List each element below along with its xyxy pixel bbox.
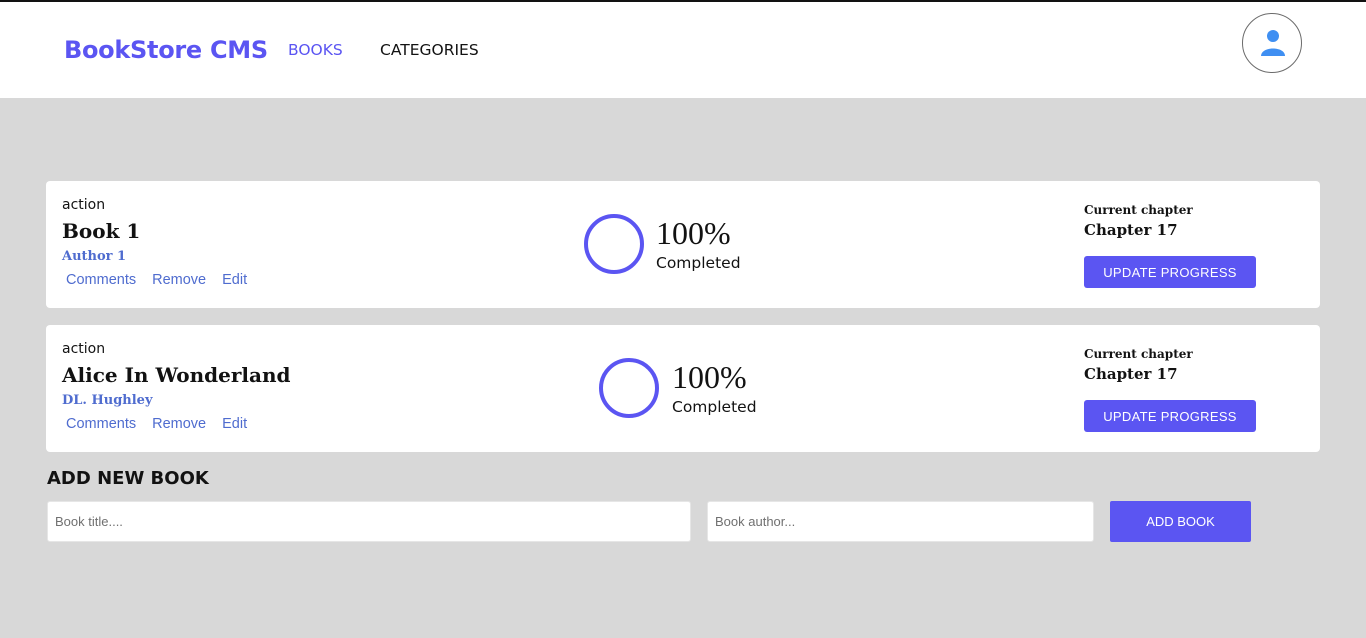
book-author: DL. Hughley (62, 393, 153, 408)
nav-categories[interactable]: CATEGORIES (380, 41, 479, 59)
edit-button[interactable]: Edit (222, 416, 247, 432)
book-card: action Book 1 Author 1 Comments Remove E… (46, 181, 1320, 308)
book-title: Book 1 (62, 219, 141, 243)
book-actions: Comments Remove Edit (66, 416, 263, 432)
current-chapter-label: Current chapter (1084, 347, 1193, 361)
user-icon (1261, 30, 1285, 56)
current-chapter-value: Chapter 17 (1084, 365, 1178, 383)
header: BookStore CMS BOOKS CATEGORIES (0, 2, 1366, 98)
comments-button[interactable]: Comments (66, 416, 136, 432)
book-actions: Comments Remove Edit (66, 272, 263, 288)
progress-label: Completed (656, 254, 741, 272)
remove-button[interactable]: Remove (152, 416, 206, 432)
add-book-heading: ADD NEW BOOK (47, 468, 209, 489)
update-progress-button[interactable]: UPDATE PROGRESS (1084, 256, 1256, 288)
book-author: Author 1 (62, 249, 127, 264)
progress-ring (584, 214, 644, 274)
book-title-input[interactable] (47, 501, 691, 542)
update-progress-button[interactable]: UPDATE PROGRESS (1084, 400, 1256, 432)
current-chapter-label: Current chapter (1084, 203, 1193, 217)
progress-ring (599, 358, 659, 418)
edit-button[interactable]: Edit (222, 272, 247, 288)
progress-label: Completed (672, 398, 757, 416)
remove-button[interactable]: Remove (152, 272, 206, 288)
book-genre: action (62, 197, 106, 213)
book-card: action Alice In Wonderland DL. Hughley C… (46, 325, 1320, 452)
progress-percent: 100% (656, 215, 731, 251)
current-chapter-value: Chapter 17 (1084, 221, 1178, 239)
book-author-input[interactable] (707, 501, 1094, 542)
comments-button[interactable]: Comments (66, 272, 136, 288)
brand-logo[interactable]: BookStore CMS (64, 36, 268, 64)
user-avatar-button[interactable] (1242, 13, 1302, 73)
nav-books[interactable]: BOOKS (288, 41, 343, 59)
book-title: Alice In Wonderland (62, 363, 291, 387)
book-genre: action (62, 341, 106, 357)
add-book-button[interactable]: ADD BOOK (1110, 501, 1251, 542)
progress-percent: 100% (672, 359, 747, 395)
